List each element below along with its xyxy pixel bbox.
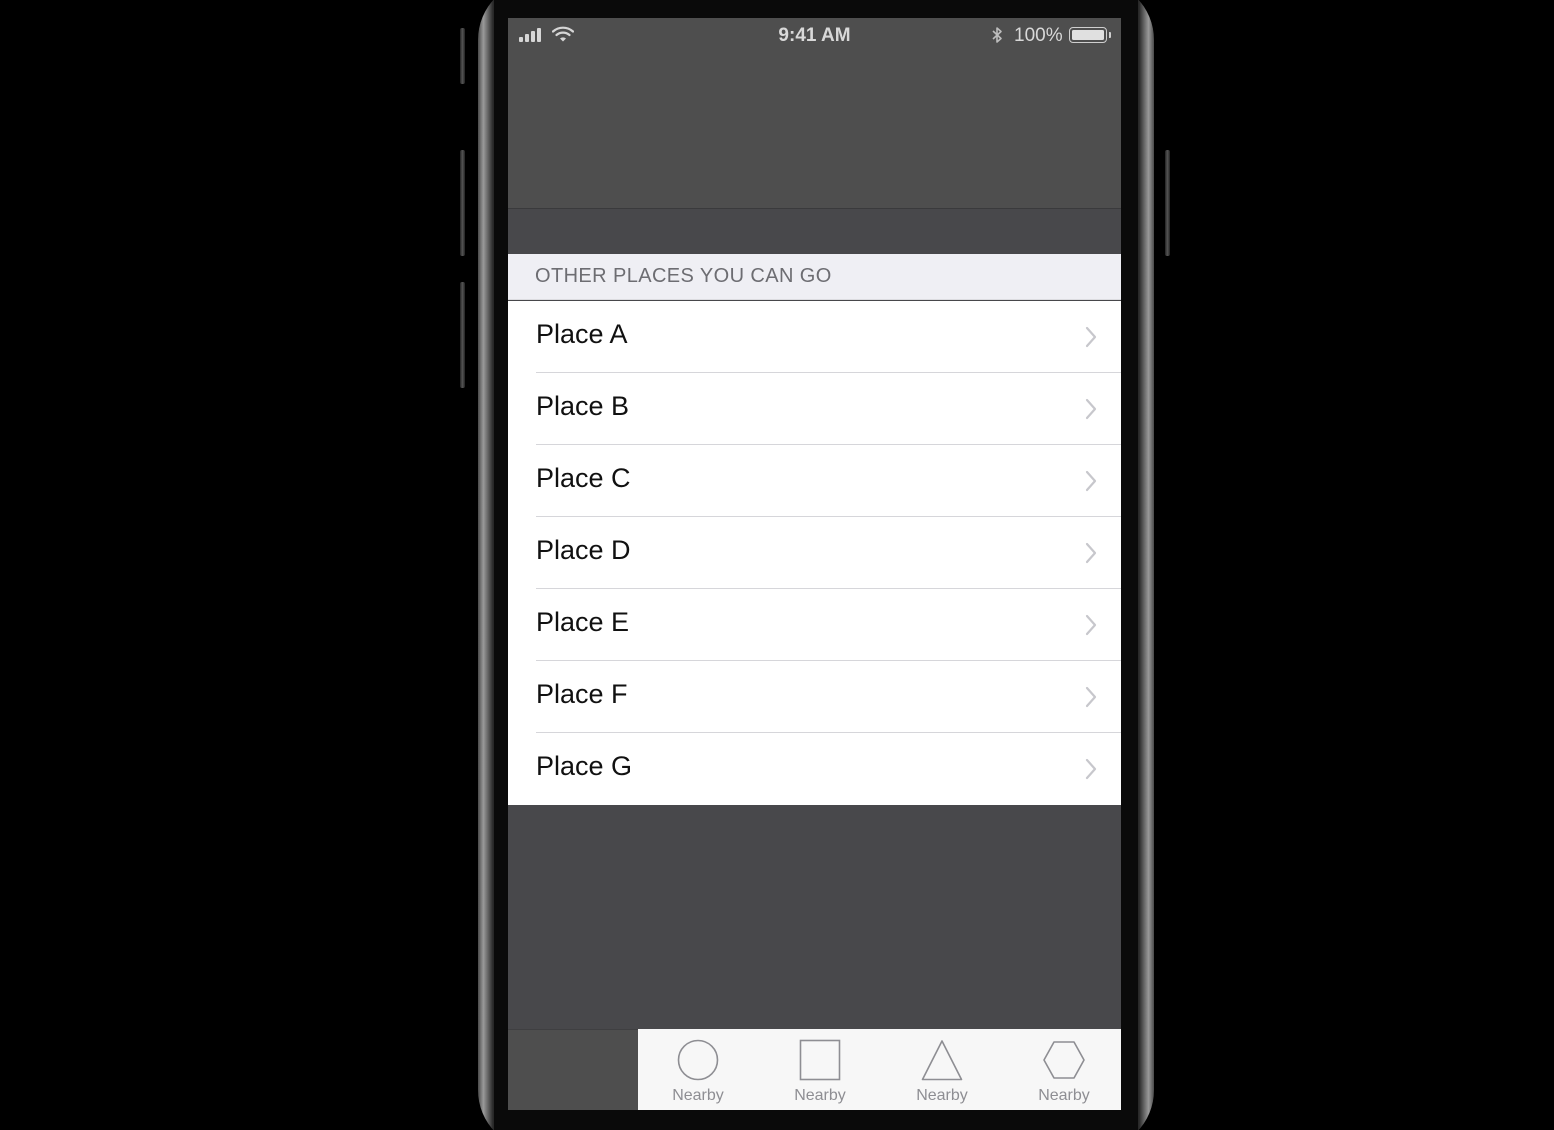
- tab-label: Nearby: [916, 1087, 968, 1104]
- hexagon-icon: [1043, 1041, 1085, 1079]
- chevron-right-icon: [1085, 686, 1097, 708]
- list-item-place-e[interactable]: Place E: [508, 589, 1121, 661]
- triangle-icon: [921, 1040, 963, 1081]
- battery-tip: [1109, 32, 1111, 38]
- tab-label: Nearby: [794, 1087, 846, 1104]
- list-item-place-g[interactable]: Place G: [508, 733, 1121, 805]
- tab-nearby-square[interactable]: Nearby: [760, 1029, 880, 1110]
- bluetooth-icon: [992, 27, 1002, 43]
- list-item-label: Place A: [536, 319, 628, 349]
- volume-up-button: [460, 150, 465, 256]
- status-bar: 9:41 AM 100%: [508, 18, 1121, 54]
- list-item-label: Place G: [536, 751, 633, 781]
- tab-bar: Nearby Nearby Nearby Nearby: [638, 1029, 1121, 1110]
- list-item-place-d[interactable]: Place D: [508, 517, 1121, 589]
- section-header: OTHER PLACES YOU CAN GO: [508, 254, 1121, 300]
- list-item-label: Place C: [536, 463, 631, 493]
- list-item-place-b[interactable]: Place B: [508, 373, 1121, 445]
- tab-label: Nearby: [1038, 1087, 1090, 1104]
- battery-percent: 100%: [1014, 25, 1063, 46]
- tab-nearby-circle[interactable]: Nearby: [638, 1029, 758, 1110]
- battery-fill: [1072, 30, 1104, 40]
- chevron-right-icon: [1085, 470, 1097, 492]
- chevron-right-icon: [1085, 614, 1097, 636]
- list-item-place-f[interactable]: Place F: [508, 661, 1121, 733]
- list-item-place-a[interactable]: Place A: [508, 301, 1121, 373]
- list-item-label: Place B: [536, 391, 630, 421]
- chevron-right-icon: [1085, 326, 1097, 348]
- section-header-label: OTHER PLACES YOU CAN GO: [535, 265, 832, 287]
- volume-down-button: [460, 282, 465, 388]
- tab-nearby-triangle[interactable]: Nearby: [882, 1029, 1002, 1110]
- square-icon: [799, 1039, 841, 1081]
- chevron-right-icon: [1085, 758, 1097, 780]
- list-item-label: Place E: [536, 607, 630, 637]
- tab-nearby-hexagon[interactable]: Nearby: [1004, 1029, 1121, 1110]
- power-button: [1165, 150, 1170, 256]
- places-list: Place A Place B Place C Place D Place E: [508, 301, 1121, 805]
- chevron-right-icon: [1085, 542, 1097, 564]
- list-item-label: Place F: [536, 679, 628, 709]
- phone-screen: 9:41 AM 100% OTHER PLACES YOU CAN GO Pla…: [508, 18, 1121, 1110]
- list-item-label: Place D: [536, 535, 631, 565]
- stage: 9:41 AM 100% OTHER PLACES YOU CAN GO Pla…: [0, 0, 1554, 1130]
- battery-icon: [1069, 27, 1107, 43]
- mute-switch: [460, 28, 465, 84]
- list-item-place-c[interactable]: Place C: [508, 445, 1121, 517]
- circle-icon: [677, 1039, 719, 1081]
- chevron-right-icon: [1085, 398, 1097, 420]
- tabbar-dimmed-segment: [508, 1029, 638, 1110]
- tab-label: Nearby: [672, 1087, 724, 1104]
